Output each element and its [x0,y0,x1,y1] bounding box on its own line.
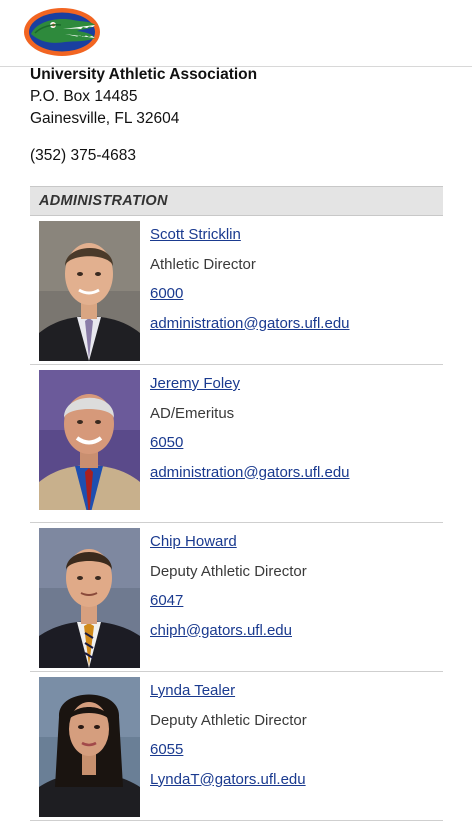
staff-info: Scott Stricklin Athletic Director 6000 a… [150,220,350,338]
staff-title: Deputy Athletic Director [150,562,307,580]
staff-name-link[interactable]: Lynda Tealer [150,676,307,706]
staff-photo [39,677,140,817]
staff-email-link[interactable]: chiph@gators.ufl.edu [150,616,307,646]
organization-name: University Athletic Association [30,66,258,83]
staff-phone-ext-link[interactable]: 6047 [150,586,307,616]
staff-phone-ext-link[interactable]: 6000 [150,279,350,309]
staff-info: Lynda Tealer Deputy Athletic Director 60… [150,676,307,794]
staff-name-link[interactable]: Scott Stricklin [150,220,350,250]
staff-email-link[interactable]: LyndaT@gators.ufl.edu [150,765,307,795]
staff-name-link[interactable]: Chip Howard [150,527,307,557]
page-header [0,0,472,67]
address-line-1: P.O. Box 14485 [30,88,138,105]
staff-phone-ext-link[interactable]: 6050 [150,428,350,458]
staff-name-link[interactable]: Jeremy Foley [150,369,350,399]
staff-phone-ext-link[interactable]: 6055 [150,735,307,765]
staff-email-link[interactable]: administration@gators.ufl.edu [150,458,350,488]
administration-section: ADMINISTRATION Scott Stricklin Athletic … [30,186,443,821]
contact-address: University Athletic Association P.O. Box… [30,64,257,130]
staff-photo [39,221,140,361]
staff-email-link[interactable]: administration@gators.ufl.edu [150,309,350,339]
staff-row: Jeremy Foley AD/Emeritus 6050 administra… [30,365,443,523]
staff-title: Deputy Athletic Director [150,711,307,729]
staff-info: Chip Howard Deputy Athletic Director 604… [150,527,307,645]
staff-info: Jeremy Foley AD/Emeritus 6050 administra… [150,369,350,487]
staff-title: AD/Emeritus [150,404,235,422]
staff-photo [39,528,140,668]
staff-row: Lynda Tealer Deputy Athletic Director 60… [30,672,443,821]
staff-row: Scott Stricklin Athletic Director 6000 a… [30,216,443,365]
gator-logo-icon[interactable] [23,7,101,57]
address-line-2: Gainesville, FL 32604 [30,110,180,127]
contact-phone: (352) 375-4683 [30,147,136,164]
section-header: ADMINISTRATION [30,186,443,216]
staff-row: Chip Howard Deputy Athletic Director 604… [30,523,443,672]
staff-title: Athletic Director [150,255,256,273]
staff-photo [39,370,140,510]
